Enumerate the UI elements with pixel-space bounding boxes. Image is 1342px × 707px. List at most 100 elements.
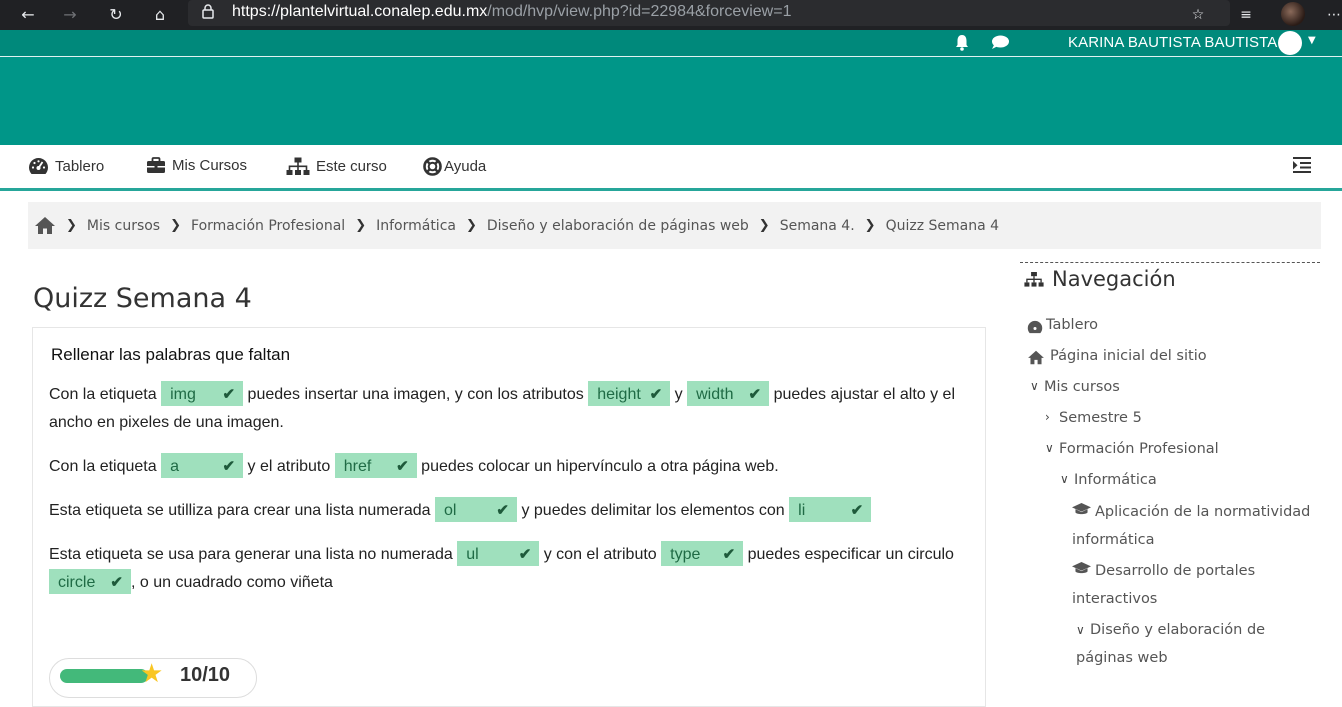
answer-field: ul ✔ [457, 541, 540, 567]
breadcrumb-item[interactable]: Diseño y elaboración de páginas web [487, 218, 749, 234]
nav-tree-formacion[interactable]: ∨ Formación Profesional [1045, 441, 1219, 457]
sentence-text: Con la etiqueta [49, 386, 157, 403]
nav-este-curso-label: Este curso [316, 158, 387, 175]
check-icon: ✔ [496, 502, 509, 520]
quiz-sentence: Con la etiqueta img ✔ puedes insertar una… [49, 381, 969, 437]
nav-tree-label: Semestre 5 [1059, 410, 1142, 426]
answer-text: li [798, 502, 806, 520]
nav-tree-tablero[interactable]: Tablero [1027, 317, 1098, 334]
chevron-right-icon: ❯ [355, 218, 367, 233]
bell-icon[interactable] [954, 34, 970, 51]
sentence-text: puedes especificar un circulo [747, 546, 954, 563]
nav-tree-course-current[interactable]: ∨ Diseño y elaboración de páginas web [1076, 616, 1320, 672]
dashboard-icon [1027, 320, 1043, 334]
sentence-text: , o un cuadrado como viñeta [131, 574, 333, 591]
site-header: KARINA BAUTISTA BAUTISTA ▼ [0, 30, 1342, 145]
home-icon[interactable] [34, 216, 56, 235]
answer-field: li ✔ [789, 497, 872, 523]
reload-icon[interactable]: ↻ [104, 3, 128, 27]
browser-profile-avatar[interactable] [1281, 2, 1305, 26]
answer-field: ol ✔ [435, 497, 517, 523]
nav-tree-mis-cursos[interactable]: ∨ Mis cursos [1030, 379, 1120, 395]
sentence-text: y el atributo [247, 458, 331, 475]
nav-este-curso[interactable]: Este curso [286, 157, 387, 176]
url-text: https://plantelvirtual.conalep.edu.mx/mo… [232, 3, 791, 21]
answer-field: type ✔ [661, 541, 744, 567]
user-bar: KARINA BAUTISTA BAUTISTA ▼ [0, 30, 1342, 57]
dashboard-icon [29, 158, 48, 174]
browser-toolbar: ← → ↻ ⌂ https://plantelvirtual.conalep.e… [0, 0, 1342, 30]
breadcrumb-item[interactable]: Informática [376, 218, 456, 234]
navigation-block: Navegación Tablero Página inicial del si… [1020, 262, 1320, 666]
breadcrumb-item[interactable]: Mis cursos [87, 218, 160, 234]
nav-tablero-label: Tablero [55, 157, 105, 175]
nav-tablero[interactable]: Tablero [28, 157, 104, 175]
score-progress-bar [60, 669, 148, 683]
url-host: plantelvirtual.conalep.edu.mx [280, 3, 488, 20]
forward-icon[interactable]: → [58, 3, 82, 27]
nav-tree-label: ∨ Diseño y elaboración de páginas web [1076, 616, 1320, 672]
score-text: 10/10 [180, 664, 231, 686]
sentence-text: Con la etiqueta [49, 458, 157, 475]
more-menu-icon[interactable]: ⋯ [1322, 3, 1342, 27]
nav-tree-label: Desarrollo de portales interactivos [1072, 562, 1256, 607]
nav-mis-cursos[interactable]: Mis Cursos [146, 157, 247, 174]
chevron-down-icon[interactable]: ▼ [1308, 35, 1316, 46]
answer-text: href [343, 458, 372, 476]
user-avatar[interactable] [1278, 31, 1302, 55]
nav-tree-label: Aplicación de la normatividad informátic… [1072, 503, 1311, 548]
back-icon[interactable]: ← [16, 3, 40, 27]
breadcrumb: ❯ Mis cursos ❯ Formación Profesional ❯ I… [28, 202, 1321, 249]
answer-text: circle [58, 574, 96, 592]
score-indicator: ★ 10/10 [49, 658, 257, 698]
sentence-text: puedes insertar una imagen, y con los at… [247, 386, 584, 403]
sentence-text: y con el atributo [543, 546, 657, 563]
answer-text: img [170, 386, 196, 404]
chevron-right-icon: › [1045, 410, 1050, 424]
answer-field: height ✔ [588, 381, 671, 407]
nav-tree-label: Página inicial del sitio [1050, 348, 1207, 364]
check-icon: ✔ [518, 546, 532, 564]
sentence-text: y puedes delimitar los elementos con [521, 502, 785, 519]
quiz-sentence: Esta etiqueta se utilliza para crear una… [49, 497, 969, 525]
nav-tree-semestre5[interactable]: › Semestre 5 [1045, 410, 1142, 426]
nav-mis-cursos-label: Mis Cursos [172, 157, 248, 174]
breadcrumb-current[interactable]: Quizz Semana 4 [886, 218, 999, 234]
check-icon: ✔ [110, 574, 123, 592]
breadcrumb-item[interactable]: Formación Profesional [191, 218, 345, 234]
answer-text: width [696, 386, 734, 404]
answer-field: a ✔ [161, 453, 244, 479]
user-name[interactable]: KARINA BAUTISTA BAUTISTA [1068, 34, 1277, 51]
answer-text: type [670, 546, 701, 564]
answer-text: ul [466, 546, 479, 564]
nav-tree-label: Tablero [1046, 317, 1099, 333]
url-path: /mod/hvp/view.php?id=22984&forceview=1 [487, 3, 792, 20]
chat-icon[interactable] [991, 35, 1010, 50]
answer-field: href ✔ [334, 453, 417, 479]
address-bar[interactable]: https://plantelvirtual.conalep.edu.mx/mo… [188, 0, 1230, 26]
collections-icon[interactable]: ≡ [1234, 3, 1258, 27]
favorites-star-icon[interactable]: ☆ [1186, 3, 1210, 27]
check-icon: ✔ [722, 546, 736, 564]
navigation-title-text: Navegación [1052, 267, 1176, 291]
course-navbar: Tablero Mis Cursos Este curso Ayuda [0, 145, 1342, 191]
drawer-toggle-icon[interactable] [1292, 156, 1312, 174]
chevron-down-icon: ∨ [1076, 623, 1085, 637]
check-icon: ✔ [649, 386, 663, 404]
home-icon[interactable]: ⌂ [148, 3, 172, 27]
nav-tree-course[interactable]: Desarrollo de portales interactivos [1072, 557, 1320, 613]
nav-tree-pagina-inicial[interactable]: Página inicial del sitio [1027, 348, 1207, 365]
answer-field: circle ✔ [49, 569, 131, 595]
quiz-sentence: Esta etiqueta se usa para generar una li… [49, 541, 969, 597]
lock-icon [202, 4, 214, 19]
answer-text: a [170, 458, 179, 476]
answer-text: height [597, 386, 641, 404]
sentence-text: y [674, 386, 683, 403]
star-icon: ★ [140, 659, 164, 689]
chevron-down-icon: ∨ [1030, 379, 1039, 393]
nav-tree-informatica[interactable]: ∨ Informática [1060, 472, 1157, 488]
nav-tree-course[interactable]: Aplicación de la normatividad informátic… [1072, 498, 1320, 554]
breadcrumb-item[interactable]: Semana 4. [780, 218, 855, 234]
answer-text: ol [444, 502, 457, 520]
nav-ayuda[interactable]: Ayuda [423, 157, 486, 176]
